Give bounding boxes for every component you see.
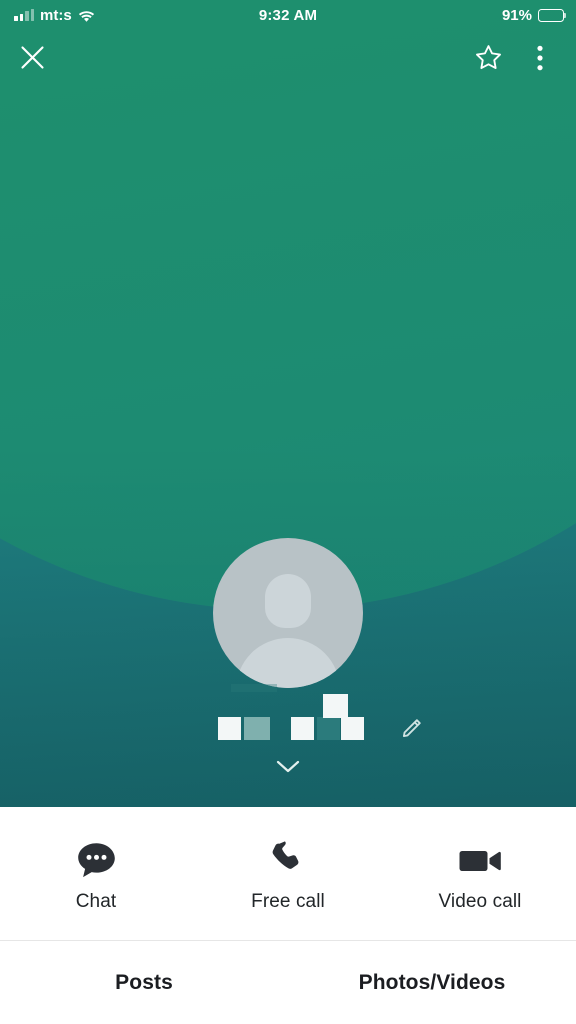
censor-block — [244, 717, 270, 740]
hero-green-blob — [0, 0, 576, 610]
tab-posts[interactable]: Posts — [0, 941, 288, 1024]
default-person-avatar-icon[interactable] — [213, 538, 363, 688]
expand-details-button[interactable] — [0, 756, 576, 781]
profile-name-censored — [213, 684, 364, 744]
pencil-edit-icon — [400, 719, 426, 744]
chat-action-label: Chat — [75, 890, 117, 912]
star-outline-icon — [474, 43, 503, 77]
close-button[interactable] — [6, 34, 58, 86]
chat-action-button[interactable]: Chat — [0, 841, 192, 913]
censor-block — [341, 717, 364, 740]
chevron-down-icon — [274, 756, 302, 781]
tab-photos-videos-label: Photos/Videos — [358, 970, 506, 994]
profile-avatar-container[interactable] — [0, 538, 576, 688]
video-camera-icon — [458, 841, 502, 879]
battery-percent-label: 91% — [501, 6, 532, 24]
profile-tabs: Posts Photos/Videos — [0, 941, 576, 1024]
status-bar: mt:s 9:32 AM 91% — [0, 0, 576, 30]
overflow-menu-button[interactable] — [514, 34, 566, 86]
phone-icon — [269, 840, 307, 879]
bottom-sheet: Chat Free call Video call Posts Photos/V… — [0, 807, 576, 1024]
free-call-action-button[interactable]: Free call — [192, 840, 384, 913]
close-icon — [19, 44, 46, 76]
video-call-action-button[interactable]: Video call — [384, 841, 576, 913]
censor-block — [317, 717, 340, 740]
edit-name-button[interactable] — [400, 714, 426, 740]
chat-bubble-icon — [76, 841, 117, 879]
top-navigation-bar — [0, 34, 576, 86]
favorite-button[interactable] — [462, 34, 514, 86]
censor-block — [218, 717, 241, 740]
censor-block — [291, 717, 314, 740]
avatar-head-shape — [265, 574, 311, 628]
tab-photos-videos[interactable]: Photos/Videos — [288, 941, 576, 1024]
battery-icon — [538, 8, 567, 22]
clock-label: 9:32 AM — [258, 6, 318, 24]
profile-screen: mt:s 9:32 AM 91% Chat Free call Video ca… — [0, 0, 576, 1024]
action-row: Chat Free call Video call — [0, 807, 576, 940]
free-call-action-label: Free call — [251, 890, 325, 912]
profile-name-row — [0, 684, 576, 744]
more-vertical-icon — [537, 45, 543, 76]
avatar-body-shape — [236, 638, 340, 688]
tab-posts-label: Posts — [115, 970, 173, 994]
status-bar-right: 91% — [502, 7, 576, 24]
video-call-action-label: Video call — [438, 890, 522, 912]
censor-block — [231, 684, 277, 692]
censor-block — [323, 694, 348, 718]
top-nav-actions — [462, 34, 566, 86]
